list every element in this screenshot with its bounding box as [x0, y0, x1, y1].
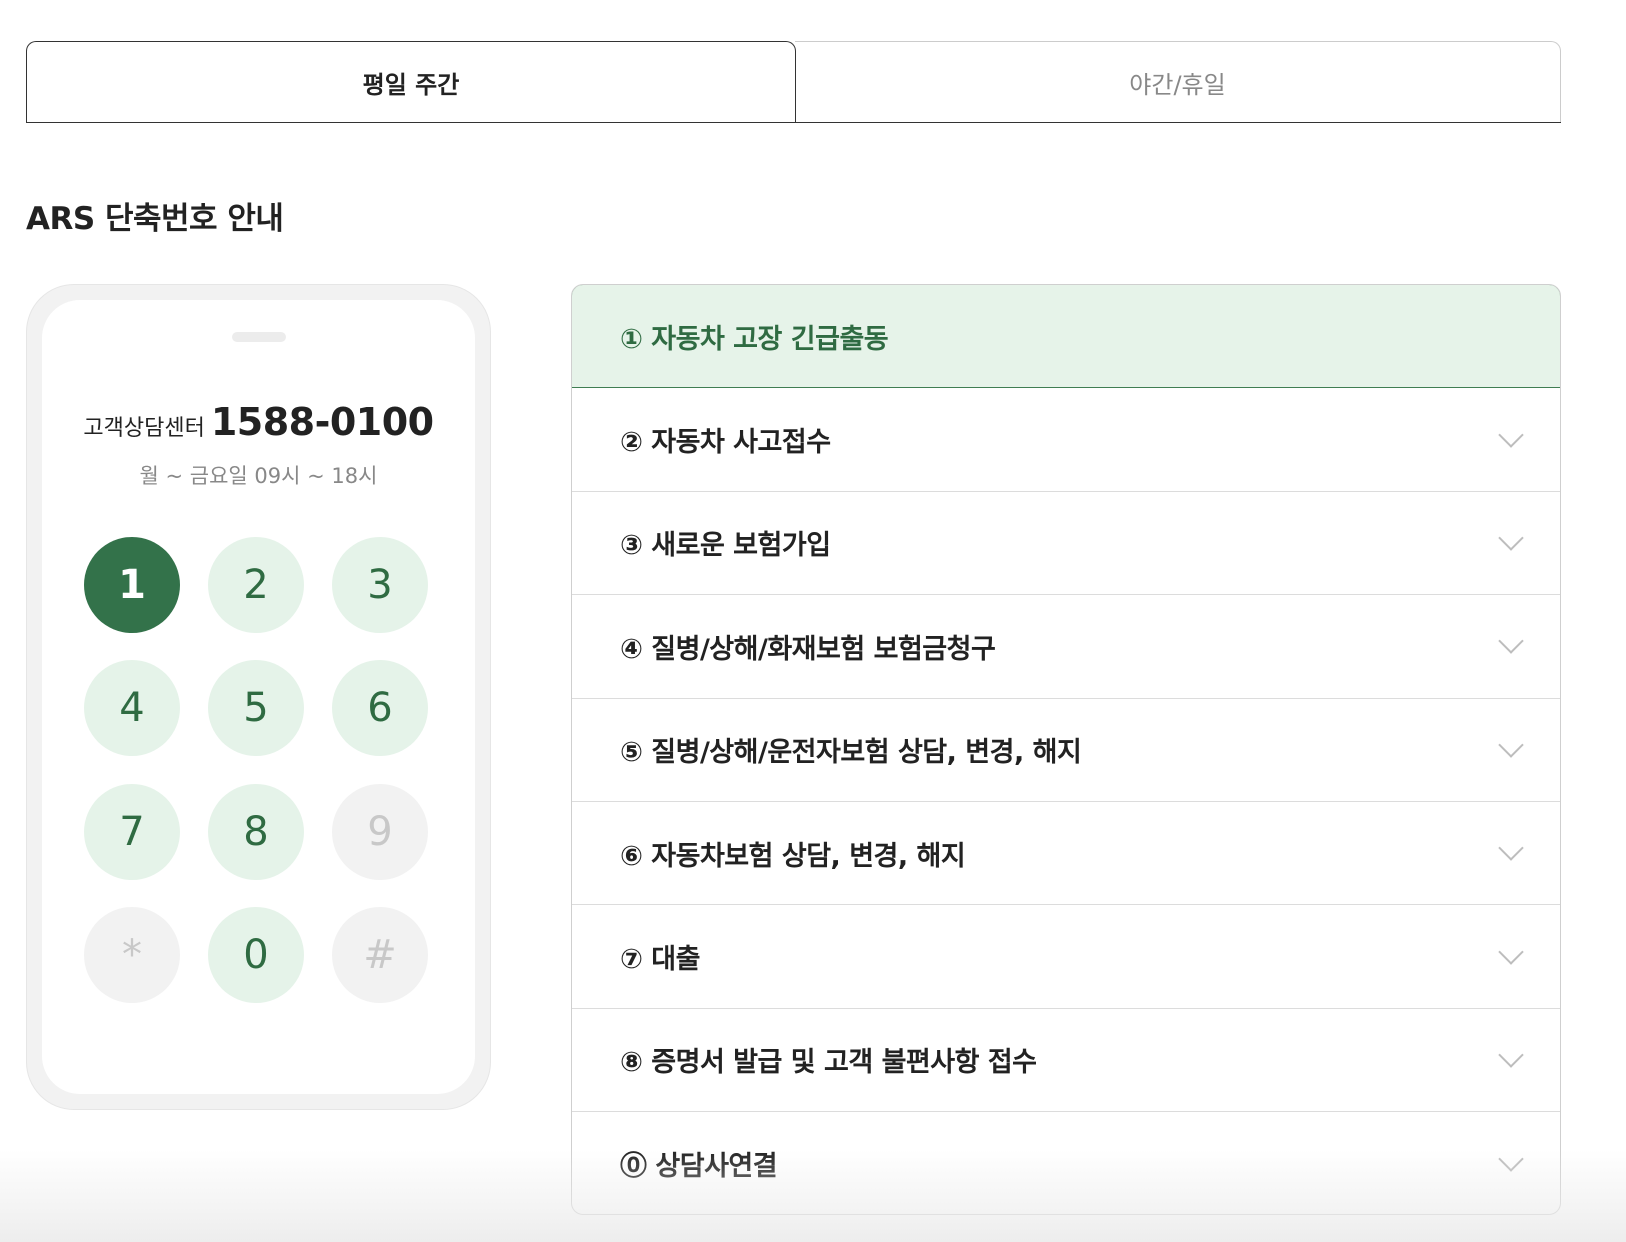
tab-weekday-daytime[interactable]: 평일 주간 [26, 41, 796, 123]
menu-item-label: ③ 새로운 보험가입 [620, 530, 831, 562]
menu-item-health-consult[interactable]: ⑤ 질병/상해/운전자보험 상담, 변경, 해지 [572, 699, 1560, 802]
phone-mockup: 고객상담센터 1588-0100 월 ~ 금요일 09시 ~ 18시 1 2 3 … [26, 284, 491, 1110]
chevron-down-icon [1498, 732, 1524, 758]
key-1[interactable]: 1 [84, 537, 180, 633]
keypad: 1 2 3 4 5 6 7 8 9 * 0 # [42, 300, 475, 1094]
time-tabs: 평일 주간 야간/휴일 [26, 41, 1561, 123]
menu-item-label: ⑦ 대출 [620, 944, 700, 976]
key-6[interactable]: 6 [332, 660, 428, 756]
menu-item-label: ⓪ 상담사연결 [620, 1151, 778, 1183]
key-5[interactable]: 5 [208, 660, 304, 756]
menu-item-auto-consult[interactable]: ⑥ 자동차보험 상담, 변경, 해지 [572, 802, 1560, 906]
key-hash: # [332, 907, 428, 1003]
phone-screen: 고객상담센터 1588-0100 월 ~ 금요일 09시 ~ 18시 1 2 3 … [42, 300, 475, 1094]
menu-item-new-insurance[interactable]: ③ 새로운 보험가입 [572, 492, 1560, 596]
menu-item-roadside-assistance[interactable]: ① 자동차 고장 긴급출동 [572, 285, 1560, 389]
menu-item-loan[interactable]: ⑦ 대출 [572, 905, 1560, 1009]
menu-item-label: ① 자동차 고장 긴급출동 [620, 323, 889, 355]
ars-menu-accordion: ① 자동차 고장 긴급출동 ② 자동차 사고접수 ③ 새로운 보험가입 ④ 질병… [571, 284, 1561, 1215]
menu-item-label: ② 자동차 사고접수 [620, 427, 831, 459]
tabs-divider [26, 121, 1561, 123]
chevron-down-icon [1498, 628, 1524, 655]
chevron-down-icon [1498, 938, 1524, 965]
chevron-down-icon [1498, 525, 1524, 551]
menu-item-certificates[interactable]: ⑧ 증명서 발급 및 고객 불편사항 접수 [572, 1009, 1560, 1113]
menu-item-label: ④ 질병/상해/화재보험 보험금청구 [620, 633, 996, 665]
menu-item-label: ⑤ 질병/상해/운전자보험 상담, 변경, 해지 [620, 737, 1082, 769]
section-title: ARS 단축번호 안내 [26, 201, 284, 237]
menu-item-claim[interactable]: ④ 질병/상해/화재보험 보험금청구 [572, 595, 1560, 699]
key-star: * [84, 907, 180, 1003]
menu-item-label: ⑧ 증명서 발급 및 고객 불편사항 접수 [620, 1047, 1037, 1079]
key-9: 9 [332, 784, 428, 880]
tab-night-holiday[interactable]: 야간/휴일 [795, 41, 1561, 123]
key-8[interactable]: 8 [208, 784, 304, 880]
menu-item-accident-report[interactable]: ② 자동차 사고접수 [572, 388, 1560, 492]
chevron-down-icon [1498, 1146, 1524, 1172]
chevron-down-icon [1498, 1042, 1524, 1068]
chevron-down-icon [1498, 835, 1524, 861]
chevron-down-icon [1498, 421, 1524, 448]
key-3[interactable]: 3 [332, 537, 428, 633]
key-4[interactable]: 4 [84, 660, 180, 756]
key-0[interactable]: 0 [208, 907, 304, 1003]
key-2[interactable]: 2 [208, 537, 304, 633]
key-7[interactable]: 7 [84, 784, 180, 880]
menu-item-agent[interactable]: ⓪ 상담사연결 [572, 1112, 1560, 1214]
menu-item-label: ⑥ 자동차보험 상담, 변경, 해지 [620, 840, 966, 872]
